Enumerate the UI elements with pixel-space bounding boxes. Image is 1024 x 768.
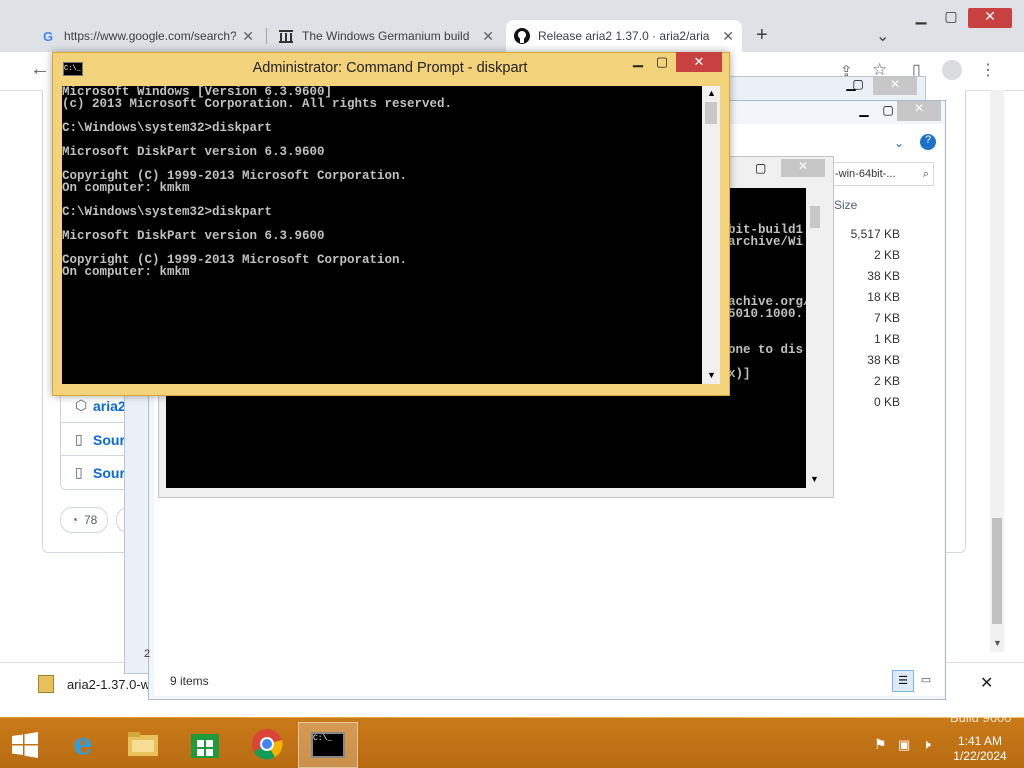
action-center-flag-icon[interactable]: ⚑ (874, 736, 887, 753)
minimize-button[interactable]: ▁ (906, 8, 936, 28)
folder-icon (128, 732, 158, 756)
network-icon[interactable]: ▣ (898, 737, 910, 753)
file-size: 38 KB (867, 353, 900, 367)
console-output[interactable]: Microsoft Windows [Version 6.3.9600] (c) … (62, 86, 702, 384)
scroll-down-arrow[interactable]: ▼ (993, 638, 1002, 648)
console-line: Microsoft DiskPart version 6.3.9600 (62, 229, 325, 243)
download-file-name[interactable]: aria2-1.37.0-w (67, 677, 150, 692)
title-bar[interactable]: C:\_ Administrator: Command Prompt - dis… (52, 52, 728, 84)
tab-windows-germanium[interactable]: The Windows Germanium build ✕ (270, 20, 502, 52)
store-icon (191, 734, 219, 758)
zip-file-icon (38, 675, 54, 693)
maximize-button[interactable]: ▢ (845, 77, 871, 93)
cmd-icon: C:\_ (311, 732, 345, 758)
internet-explorer-icon: e (73, 726, 93, 762)
clock-time: 1:41 AM (957, 734, 1003, 748)
console-line: C:\Windows\system32>diskpart (62, 121, 273, 135)
console-line: Microsoft DiskPart version 6.3.9600 (62, 145, 325, 159)
close-button[interactable]: ✕ (897, 101, 941, 121)
tab-aria2-release[interactable]: Release aria2 1.37.0 · aria2/aria2 ✕ (506, 20, 742, 52)
tab-search-dropdown[interactable]: ⌄ (876, 26, 889, 46)
volume-muted-icon[interactable]: 🕨 (922, 736, 931, 753)
item-count: 9 items (170, 674, 209, 688)
command-prompt-taskbar-button[interactable]: C:\_ (298, 722, 358, 768)
asset-label[interactable]: Sour (93, 465, 125, 481)
details-view-icon[interactable]: ☰ (892, 670, 914, 692)
file-size: 7 KB (873, 311, 900, 325)
chrome-taskbar-button[interactable] (238, 722, 296, 766)
chrome-icon (252, 729, 283, 760)
start-button[interactable] (12, 732, 38, 761)
tab-title: https://www.google.com/search? (64, 29, 236, 43)
package-icon: ⬡ (75, 397, 88, 413)
close-button[interactable]: ✕ (781, 159, 825, 177)
scroll-down-arrow[interactable]: ▼ (810, 474, 819, 484)
reaction-button[interactable]: ◔ 78 (60, 507, 108, 533)
close-icon[interactable]: ✕ (242, 28, 254, 45)
file-size: 1 KB (873, 332, 900, 346)
new-tab-button[interactable]: + (756, 24, 768, 47)
console-line: C:\Windows\system32>diskpart (62, 205, 273, 219)
search-text: -win-64bit-... (835, 168, 896, 180)
archive-icon (278, 28, 294, 44)
clock-date: 1/22/2024 (953, 749, 1007, 763)
build-watermark: Build 9600 (950, 710, 1012, 725)
file-zip-icon: ▯ (75, 431, 83, 447)
tab-title: The Windows Germanium build (302, 29, 470, 43)
close-button[interactable]: ✕ (968, 8, 1012, 28)
scroll-up-arrow[interactable]: ▲ (707, 88, 716, 98)
console-line: (c) 2013 Microsoft Corporation. All righ… (62, 97, 453, 111)
help-icon[interactable]: ? (920, 134, 936, 150)
back-button[interactable]: ← (30, 58, 50, 81)
asset-label[interactable]: aria2 (93, 398, 126, 414)
clock[interactable]: 1:41 AM 1/22/2024 (950, 734, 1010, 764)
close-button[interactable]: ✕ (873, 77, 917, 95)
maximize-button[interactable]: ▢ (650, 54, 674, 70)
file-size: 38 KB (867, 269, 900, 283)
console-line: On computer: kmkm (62, 181, 190, 195)
file-size: 18 KB (867, 290, 900, 304)
maximize-button[interactable]: ▢ (755, 161, 766, 175)
scrollbar-thumb[interactable] (705, 102, 717, 124)
google-icon: G (42, 28, 54, 44)
console-scrollbar[interactable]: ▼ (806, 188, 824, 488)
search-icon: ⌕ (922, 168, 929, 180)
asset-label[interactable]: Sour (93, 432, 125, 448)
large-icons-view-icon[interactable]: ▭ (916, 670, 936, 690)
windows-logo-icon (12, 732, 38, 758)
scroll-down-arrow[interactable]: ▼ (707, 370, 716, 380)
tab-strip: G https://www.google.com/search? ✕ The W… (0, 0, 1024, 52)
file-explorer-taskbar-button[interactable] (114, 722, 172, 766)
scrollbar-thumb[interactable] (810, 206, 820, 228)
size-column-header[interactable]: Size (834, 198, 857, 212)
minimize-button[interactable]: ▁ (624, 52, 652, 68)
file-zip-icon: ▯ (75, 464, 83, 480)
tab-google-search[interactable]: G https://www.google.com/search? ✕ (32, 20, 262, 52)
console-line: On computer: kmkm (62, 265, 190, 279)
maximize-button[interactable]: ▢ (936, 8, 966, 28)
console-scrollbar[interactable]: ▲ ▼ (702, 86, 720, 384)
close-icon[interactable]: ✕ (482, 28, 494, 45)
page-scrollbar-thumb[interactable] (992, 518, 1002, 624)
address-fragment: 2 (144, 648, 151, 660)
tab-title: Release aria2 1.37.0 · aria2/aria2 (538, 29, 710, 43)
close-download-bar-button[interactable]: ✕ (980, 673, 993, 693)
internet-explorer-taskbar-button[interactable]: e (54, 722, 112, 766)
explorer-status-bar: 9 items ☰ ▭ (154, 666, 944, 696)
store-taskbar-button[interactable] (176, 722, 234, 766)
profile-avatar[interactable] (942, 60, 962, 80)
reaction-icon: ◔ (70, 513, 78, 527)
minimize-button[interactable]: ▁ (851, 103, 877, 117)
file-size: 0 KB (873, 395, 900, 409)
reaction-count: 78 (83, 513, 98, 527)
close-icon[interactable]: ✕ (722, 28, 734, 45)
search-box[interactable]: -win-64bit-... ⌕ (830, 162, 934, 186)
menu-icon[interactable]: ⋮ (980, 60, 996, 80)
close-button[interactable]: ✕ (676, 52, 722, 72)
file-size: 5,517 KB (850, 227, 900, 241)
github-icon (514, 28, 530, 44)
file-size: 2 KB (873, 248, 900, 262)
file-size: 2 KB (873, 374, 900, 388)
chevron-down-icon[interactable]: ⌄ (894, 136, 904, 150)
